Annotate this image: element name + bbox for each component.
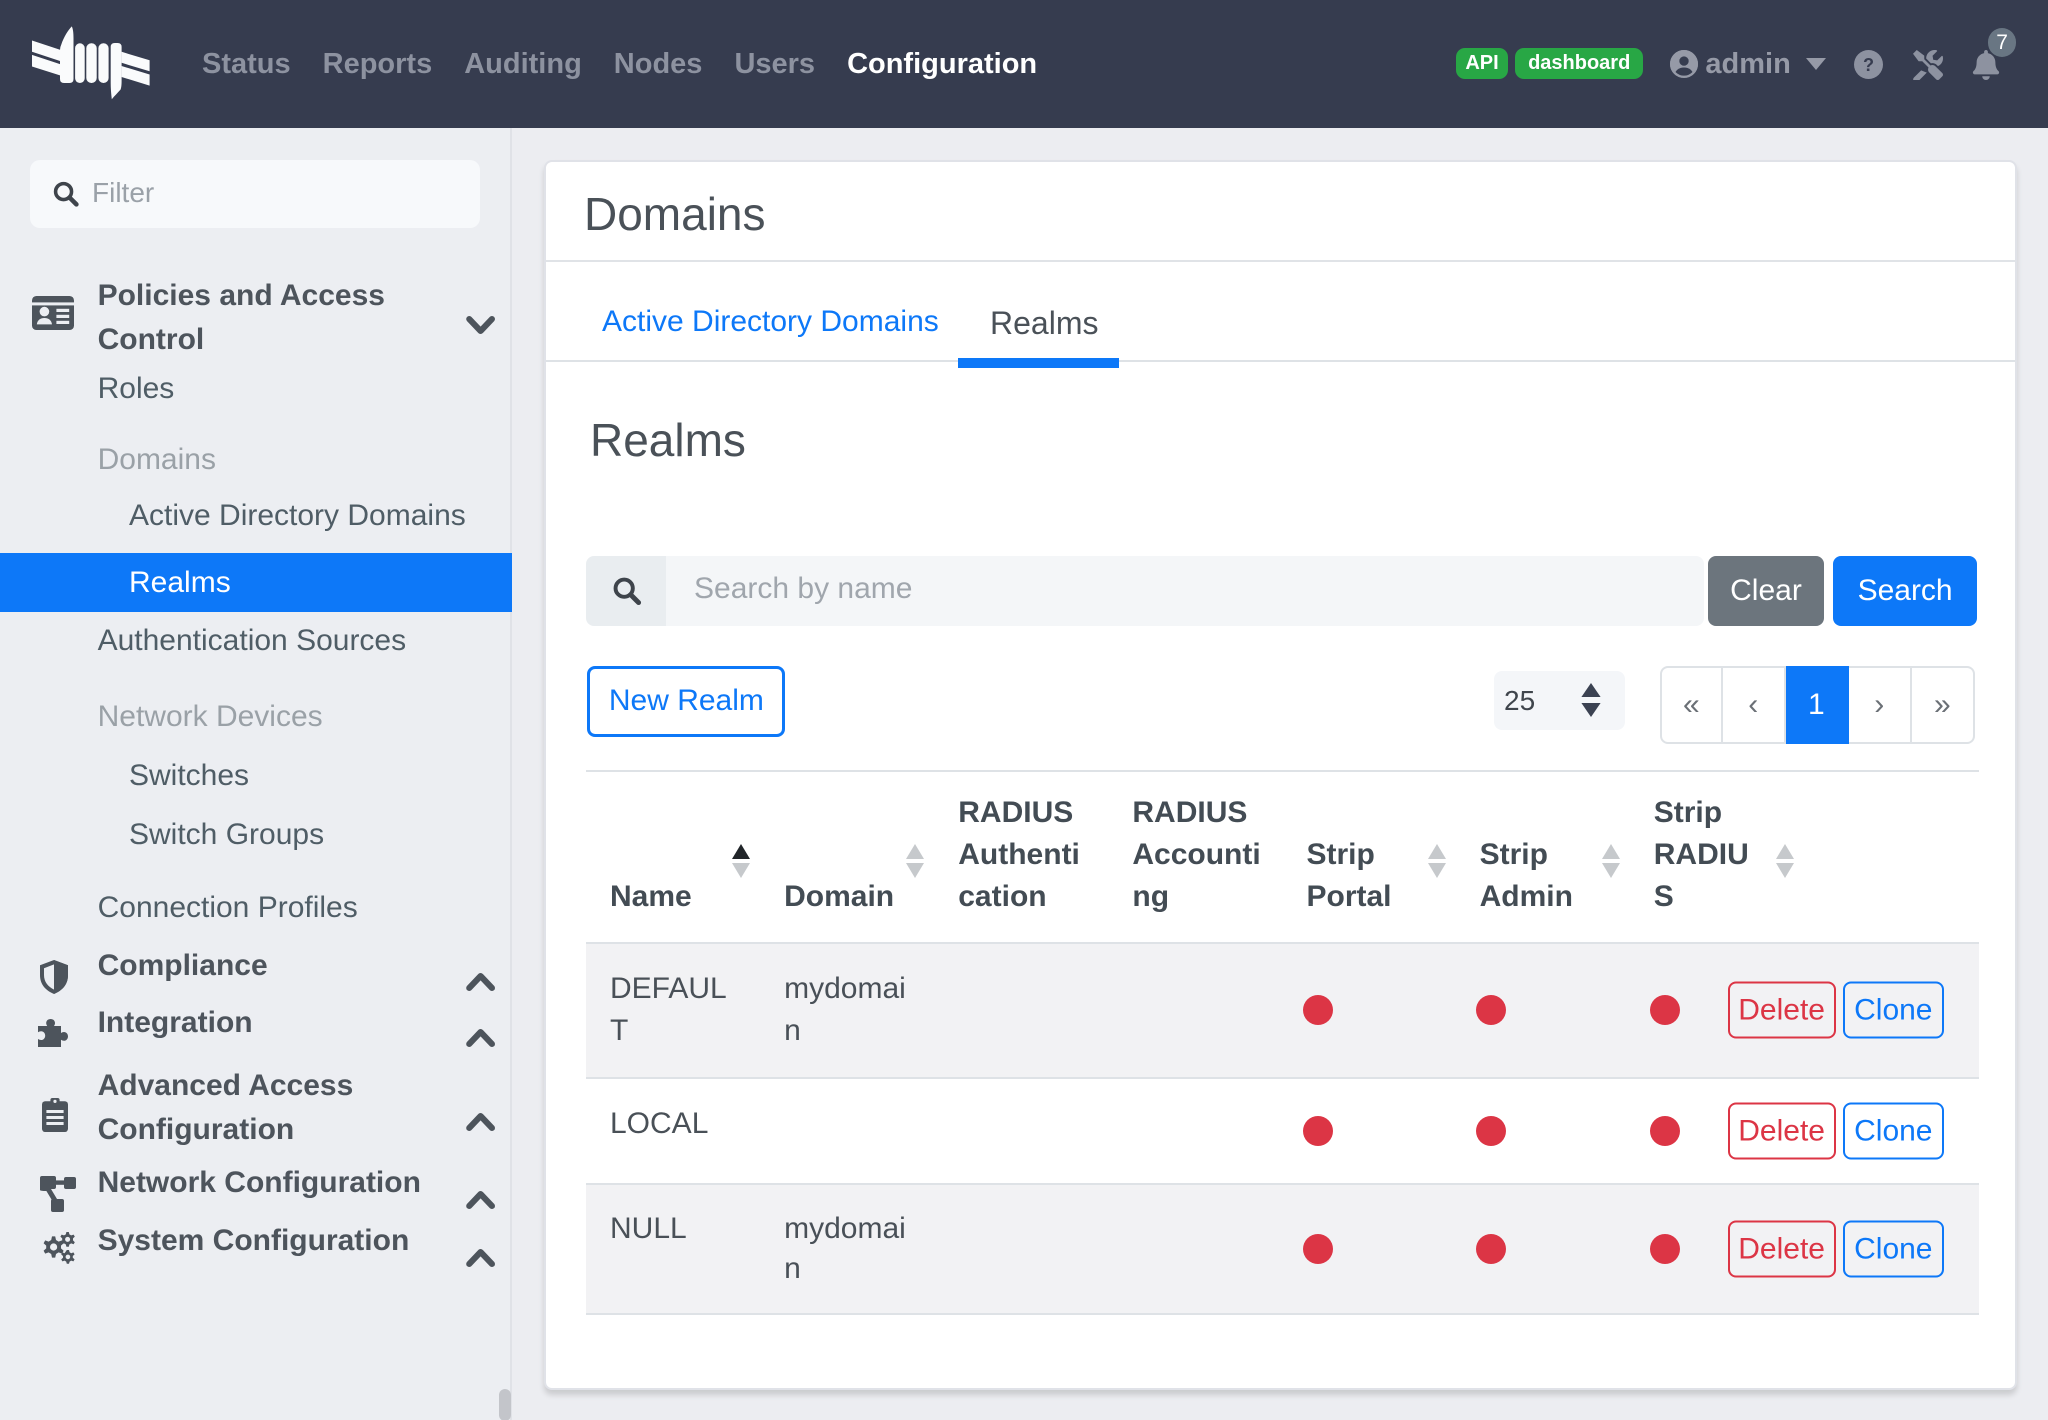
svg-text:?: ? xyxy=(1863,56,1874,76)
